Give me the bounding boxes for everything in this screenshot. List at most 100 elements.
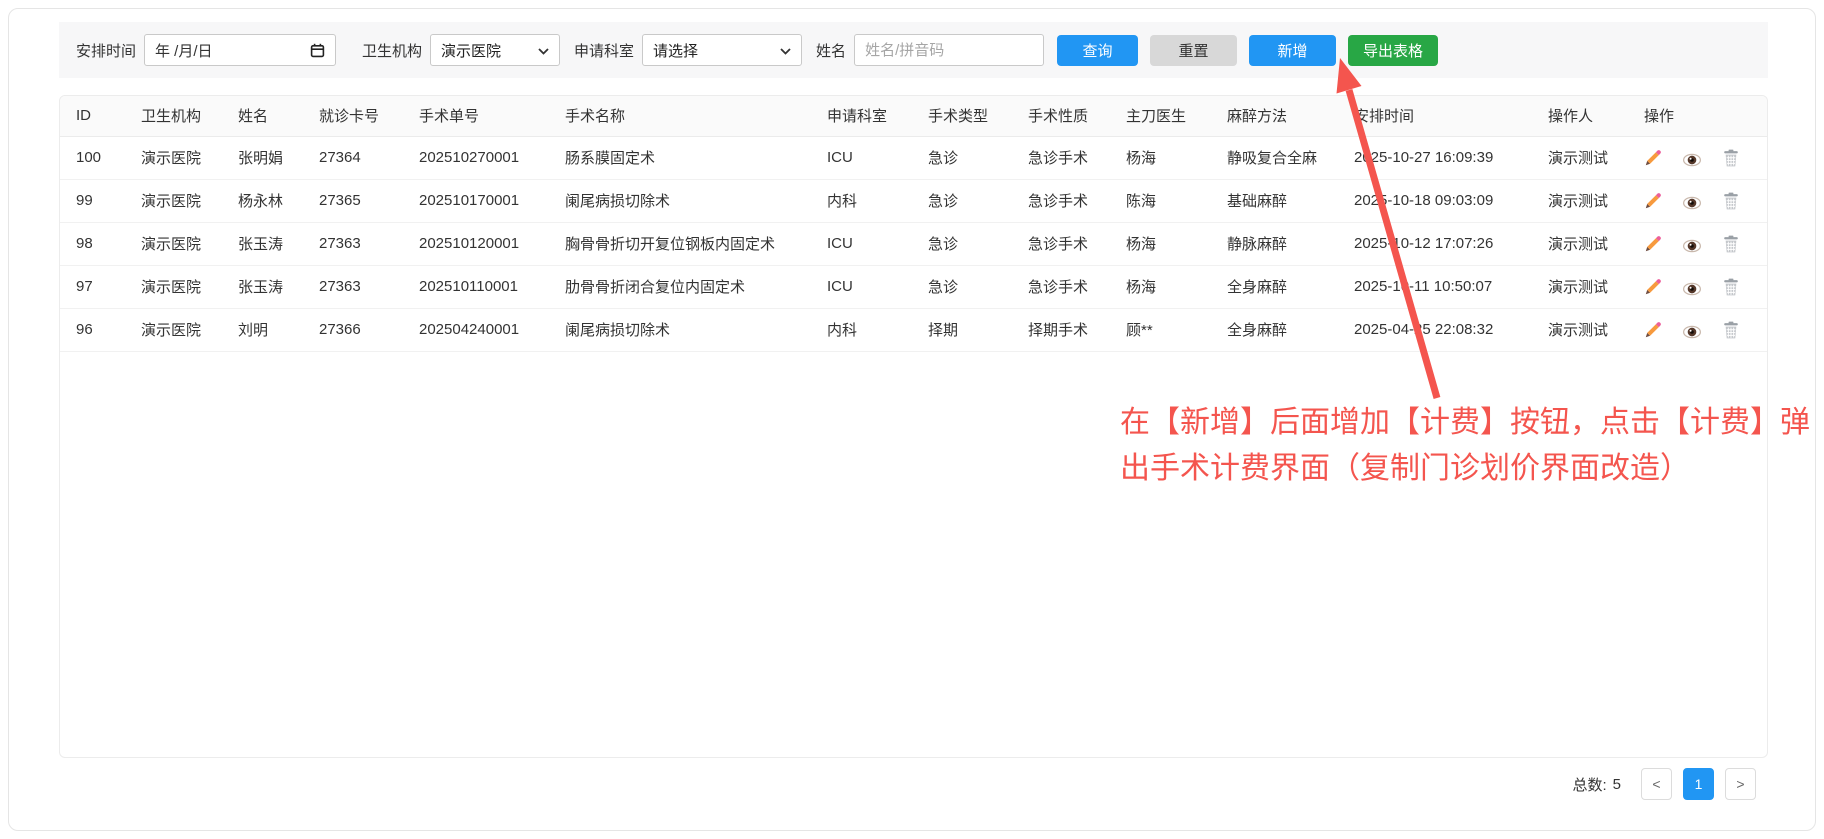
column-header: 操作: [1628, 96, 1767, 136]
cell-surgery-no: 202504240001: [403, 308, 549, 351]
cell-anesthesia: 静吸复合全麻: [1211, 136, 1338, 179]
cell-surgery-type: 择期: [912, 308, 1012, 351]
view-eye-icon[interactable]: [1683, 278, 1701, 296]
delete-trash-icon[interactable]: [1722, 321, 1740, 339]
cell-patient-name: 张玉涛: [222, 222, 303, 265]
reset-button[interactable]: 重置: [1150, 35, 1237, 66]
cell-surgery-no: 202510110001: [403, 265, 549, 308]
edit-pencil-icon[interactable]: [1644, 235, 1662, 253]
cell-surgery-no: 202510170001: [403, 179, 549, 222]
table-row: 98 演示医院 张玉涛 27363 202510120001 胸骨骨折切开复位钢…: [60, 222, 1767, 265]
column-header: ID: [60, 96, 125, 136]
dept-filter-label: 申请科室: [574, 40, 634, 61]
next-page-button[interactable]: >: [1725, 768, 1756, 800]
surgery-table: ID卫生机构姓名就诊卡号手术单号手术名称申请科室手术类型手术性质主刀医生麻醉方法…: [60, 96, 1767, 352]
cell-actions: [1628, 136, 1767, 179]
chevron-down-icon: [780, 42, 791, 59]
calendar-icon[interactable]: [310, 43, 325, 58]
cell-operator: 演示测试: [1532, 265, 1628, 308]
prev-page-button[interactable]: <: [1641, 768, 1672, 800]
cell-actions: [1628, 222, 1767, 265]
column-header: 手术名称: [549, 96, 811, 136]
table-row: 96 演示医院 刘明 27366 202504240001 阑尾病损切除术 内科…: [60, 308, 1767, 351]
dept-select[interactable]: 请选择: [642, 34, 802, 66]
cell-schedule-time: 2025-10-11 10:50:07: [1338, 265, 1532, 308]
cell-surgery-nature: 择期手术: [1012, 308, 1110, 351]
cell-org: 演示医院: [125, 308, 222, 351]
chevron-down-icon: [538, 42, 549, 59]
column-header: 主刀医生: [1110, 96, 1211, 136]
cell-surgery-no: 202510270001: [403, 136, 549, 179]
cell-card-no: 27364: [303, 136, 403, 179]
cell-surgery-type: 急诊: [912, 222, 1012, 265]
cell-surgeon: 杨海: [1110, 222, 1211, 265]
column-header: 安排时间: [1338, 96, 1532, 136]
cell-id: 98: [60, 222, 125, 265]
delete-trash-icon[interactable]: [1722, 149, 1740, 167]
cell-actions: [1628, 308, 1767, 351]
table-row: 99 演示医院 杨永林 27365 202510170001 阑尾病损切除术 内…: [60, 179, 1767, 222]
table-header-row: ID卫生机构姓名就诊卡号手术单号手术名称申请科室手术类型手术性质主刀医生麻醉方法…: [60, 96, 1767, 136]
cell-patient-name: 张玉涛: [222, 265, 303, 308]
date-input-value: 年 /月/日: [155, 40, 213, 61]
cell-surgery-name: 肋骨骨折闭合复位内固定术: [549, 265, 811, 308]
cell-card-no: 27363: [303, 265, 403, 308]
edit-pencil-icon[interactable]: [1644, 149, 1662, 167]
dept-select-value: 请选择: [653, 40, 698, 61]
org-filter-label: 卫生机构: [362, 40, 422, 61]
add-button[interactable]: 新增: [1249, 35, 1336, 66]
column-header: 就诊卡号: [303, 96, 403, 136]
view-eye-icon[interactable]: [1683, 235, 1701, 253]
cell-actions: [1628, 265, 1767, 308]
cell-patient-name: 杨永林: [222, 179, 303, 222]
cell-operator: 演示测试: [1532, 179, 1628, 222]
cell-anesthesia: 全身麻醉: [1211, 265, 1338, 308]
edit-pencil-icon[interactable]: [1644, 278, 1662, 296]
export-button[interactable]: 导出表格: [1348, 35, 1438, 66]
cell-operator: 演示测试: [1532, 136, 1628, 179]
cell-id: 97: [60, 265, 125, 308]
cell-dept: 内科: [811, 179, 912, 222]
cell-id: 96: [60, 308, 125, 351]
column-header: 手术单号: [403, 96, 549, 136]
cell-dept: ICU: [811, 222, 912, 265]
column-header: 申请科室: [811, 96, 912, 136]
edit-pencil-icon[interactable]: [1644, 321, 1662, 339]
cell-anesthesia: 全身麻醉: [1211, 308, 1338, 351]
date-input[interactable]: 年 /月/日: [144, 34, 336, 66]
view-eye-icon[interactable]: [1683, 149, 1701, 167]
annotation-note: 在【新增】后面增加【计费】按钮，点击【计费】弹出手术计费界面（复制门诊划价界面改…: [1120, 400, 1820, 492]
cell-surgeon: 顾**: [1110, 308, 1211, 351]
column-header: 操作人: [1532, 96, 1628, 136]
org-select[interactable]: 演示医院: [430, 34, 560, 66]
cell-schedule-time: 2025-04-25 22:08:32: [1338, 308, 1532, 351]
cell-schedule-time: 2025-10-12 17:07:26: [1338, 222, 1532, 265]
total-count-value: 5: [1613, 776, 1621, 793]
cell-surgery-name: 肠系膜固定术: [549, 136, 811, 179]
view-eye-icon[interactable]: [1683, 321, 1701, 339]
name-search-input[interactable]: [854, 34, 1044, 66]
cell-surgeon: 陈海: [1110, 179, 1211, 222]
cell-org: 演示医院: [125, 222, 222, 265]
delete-trash-icon[interactable]: [1722, 192, 1740, 210]
cell-operator: 演示测试: [1532, 222, 1628, 265]
delete-trash-icon[interactable]: [1722, 278, 1740, 296]
cell-anesthesia: 基础麻醉: [1211, 179, 1338, 222]
page-1-button[interactable]: 1: [1683, 768, 1714, 800]
cell-schedule-time: 2025-10-18 09:03:09: [1338, 179, 1532, 222]
delete-trash-icon[interactable]: [1722, 235, 1740, 253]
cell-org: 演示医院: [125, 179, 222, 222]
cell-surgery-type: 急诊: [912, 179, 1012, 222]
edit-pencil-icon[interactable]: [1644, 192, 1662, 210]
cell-surgery-no: 202510120001: [403, 222, 549, 265]
cell-surgery-type: 急诊: [912, 265, 1012, 308]
cell-surgery-type: 急诊: [912, 136, 1012, 179]
column-header: 手术性质: [1012, 96, 1110, 136]
view-eye-icon[interactable]: [1683, 192, 1701, 210]
search-button[interactable]: 查询: [1057, 35, 1138, 66]
cell-card-no: 27363: [303, 222, 403, 265]
table-row: 97 演示医院 张玉涛 27363 202510110001 肋骨骨折闭合复位内…: [60, 265, 1767, 308]
table-body: 100 演示医院 张明娟 27364 202510270001 肠系膜固定术 I…: [60, 136, 1767, 351]
cell-dept: 内科: [811, 308, 912, 351]
name-filter-label: 姓名: [816, 40, 846, 61]
